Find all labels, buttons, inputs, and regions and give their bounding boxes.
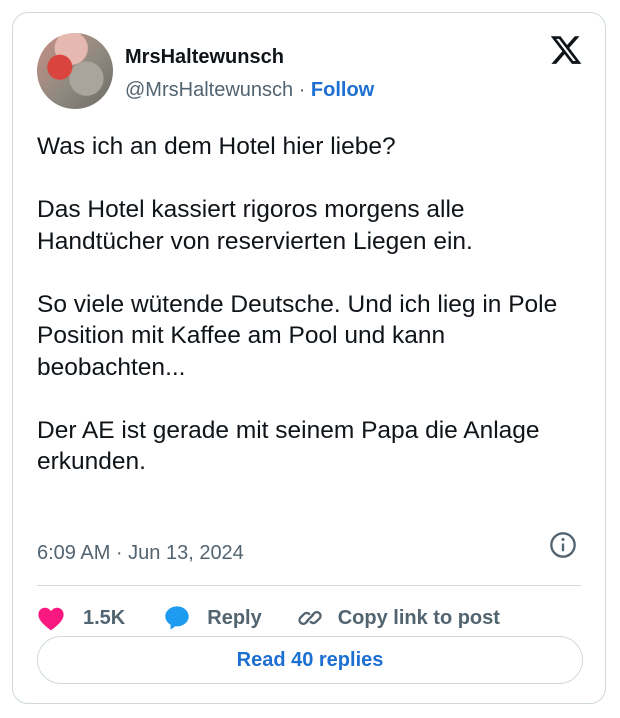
- action-bar: 1.5K Reply Copy link to post: [37, 601, 500, 635]
- tweet-paragraph: So viele wütende Deutsche. Und ich lieg …: [37, 290, 558, 381]
- speech-bubble-icon: [165, 606, 189, 630]
- handle-separator: ·: [298, 79, 306, 101]
- reply-button[interactable]: Reply: [163, 604, 262, 632]
- author-handle-row: @MrsHaltewunsch · Follow: [125, 79, 374, 102]
- copy-link-button[interactable]: Copy link to post: [296, 604, 500, 632]
- heart-icon: [38, 607, 64, 631]
- divider: [37, 585, 581, 586]
- tweet-timestamp[interactable]: 6:09 AM · Jun 13, 2024: [37, 542, 244, 565]
- author-name[interactable]: MrsHaltewunsch: [125, 46, 284, 69]
- follow-button[interactable]: Follow: [311, 79, 374, 101]
- like-count: 1.5K: [83, 606, 126, 629]
- copy-link-label: Copy link to post: [337, 606, 500, 629]
- like-button[interactable]: 1.5K: [37, 605, 125, 631]
- avatar[interactable]: [37, 33, 113, 109]
- reply-label: Reply: [207, 606, 262, 629]
- info-icon[interactable]: [549, 531, 577, 559]
- tweet-text: Was ich an dem Hotel hier liebe? Das Hot…: [37, 131, 587, 478]
- tweet-card: MrsHaltewunsch @MrsHaltewunsch · Follow …: [12, 12, 606, 704]
- author-handle[interactable]: @MrsHaltewunsch: [125, 79, 293, 101]
- tweet-paragraph: Der AE ist gerade mit seinem Papa die An…: [37, 416, 540, 476]
- tweet-paragraph: Was ich an dem Hotel hier liebe?: [37, 133, 396, 160]
- tweet-paragraph: Das Hotel kassiert rigoros morgens alle …: [37, 196, 473, 255]
- read-replies-button[interactable]: Read 40 replies: [37, 636, 583, 684]
- x-logo-icon[interactable]: [549, 33, 583, 67]
- link-icon: [298, 611, 322, 625]
